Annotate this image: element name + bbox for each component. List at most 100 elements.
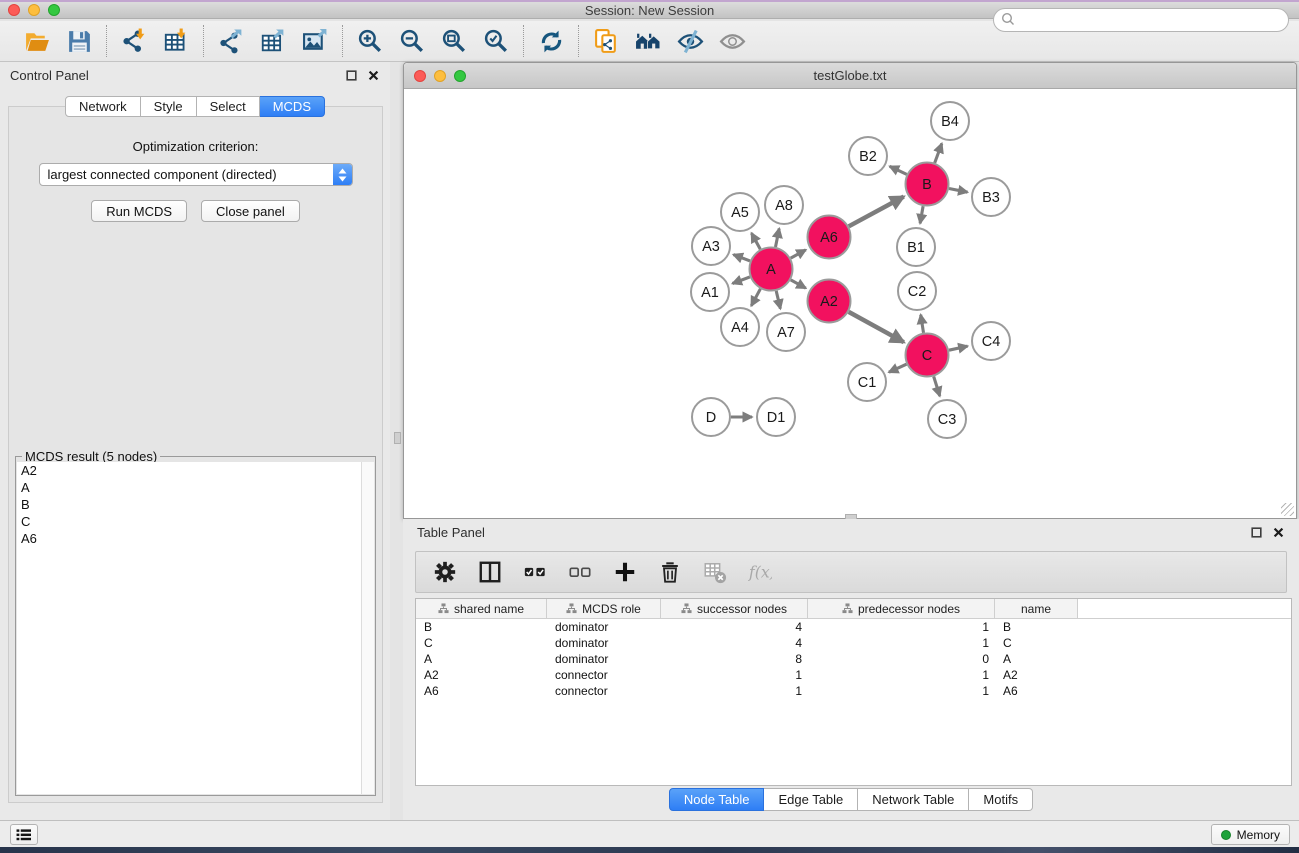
graph-edge-B-B4[interactable] (935, 144, 942, 163)
graph-edge-C-C3[interactable] (934, 377, 940, 397)
column-header-MCDS-role[interactable]: MCDS role (547, 599, 661, 618)
export-network-icon[interactable] (216, 26, 246, 56)
add-row-icon[interactable] (611, 558, 639, 586)
tab-node-table[interactable]: Node Table (669, 788, 765, 811)
graph-node-B2[interactable]: B2 (849, 137, 887, 175)
graph-edge-A-A4[interactable] (751, 289, 760, 306)
graph-node-A7[interactable]: A7 (767, 313, 805, 351)
result-list-item[interactable]: A2 (17, 462, 362, 479)
cell-name[interactable]: B (995, 620, 1078, 634)
zoom-fit-icon[interactable] (439, 26, 469, 56)
cell-mcds_role[interactable]: dominator (547, 636, 661, 650)
cell-predecessor_nodes[interactable]: 1 (808, 620, 995, 634)
cell-mcds_role[interactable]: dominator (547, 652, 661, 666)
close-panel-icon[interactable] (1271, 525, 1285, 539)
graph-edge-B-B3[interactable] (949, 189, 968, 193)
tab-motifs[interactable]: Motifs (969, 788, 1033, 811)
result-list-item[interactable]: A6 (17, 530, 362, 547)
graph-edge-C-C1[interactable] (889, 364, 907, 372)
settings-icon[interactable] (431, 558, 459, 586)
tab-network-table[interactable]: Network Table (858, 788, 969, 811)
graph-node-A4[interactable]: A4 (721, 308, 759, 346)
deselect-all-icon[interactable] (566, 558, 594, 586)
cell-shared_name[interactable]: C (416, 636, 547, 650)
result-scrollbar[interactable] (361, 462, 374, 794)
tab-style[interactable]: Style (141, 96, 197, 117)
search-input[interactable] (1019, 11, 1288, 29)
graph-edge-C-C4[interactable] (949, 346, 968, 350)
graph-edge-A-A5[interactable] (752, 233, 761, 249)
close-panel-button[interactable]: Close panel (201, 200, 300, 222)
graph-edge-A-A8[interactable] (776, 229, 780, 248)
select-all-icon[interactable] (521, 558, 549, 586)
graph-node-C3[interactable]: C3 (928, 400, 966, 438)
delete-row-icon[interactable] (656, 558, 684, 586)
graph-node-A8[interactable]: A8 (765, 186, 803, 224)
show-graphics-details-icon[interactable] (717, 26, 747, 56)
graph-edge-A-A6[interactable] (791, 250, 806, 258)
result-list-item[interactable]: C (17, 513, 362, 530)
refresh-icon[interactable] (536, 26, 566, 56)
new-network-from-selection-icon[interactable] (591, 26, 621, 56)
graph-edge-B-B1[interactable] (920, 206, 923, 223)
save-session-icon[interactable] (64, 26, 94, 56)
graph-node-A[interactable]: A (750, 248, 793, 291)
graph-edge-A-A7[interactable] (776, 291, 780, 309)
cell-successor_nodes[interactable]: 4 (661, 620, 808, 634)
float-panel-icon[interactable] (344, 68, 358, 82)
graph-node-D[interactable]: D (692, 398, 730, 436)
network-canvas[interactable]: B4B2BB3A8A5A6A3B1AC2A1A2A4A7C4CC1DD1C3 (404, 89, 1296, 518)
zoom-in-icon[interactable] (355, 26, 385, 56)
cell-name[interactable]: A2 (995, 668, 1078, 682)
tab-edge-table[interactable]: Edge Table (764, 788, 858, 811)
graph-node-D1[interactable]: D1 (757, 398, 795, 436)
zoom-selected-icon[interactable] (481, 26, 511, 56)
cell-shared_name[interactable]: B (416, 620, 547, 634)
cell-mcds_role[interactable]: connector (547, 684, 661, 698)
graph-node-C2[interactable]: C2 (898, 272, 936, 310)
graph-node-A5[interactable]: A5 (721, 193, 759, 231)
column-header-successor-nodes[interactable]: successor nodes (661, 599, 808, 618)
tab-select[interactable]: Select (197, 96, 260, 117)
cell-successor_nodes[interactable]: 8 (661, 652, 808, 666)
cell-name[interactable]: A (995, 652, 1078, 666)
result-list-item[interactable]: A (17, 479, 362, 496)
import-table-icon[interactable] (161, 26, 191, 56)
cell-name[interactable]: C (995, 636, 1078, 650)
import-network-icon[interactable] (119, 26, 149, 56)
column-header-shared-name[interactable]: shared name (416, 599, 547, 618)
cell-shared_name[interactable]: A2 (416, 668, 547, 682)
result-list-item[interactable]: B (17, 496, 362, 513)
graph-node-A3[interactable]: A3 (692, 227, 730, 265)
cell-predecessor_nodes[interactable]: 1 (808, 636, 995, 650)
graph-edge-B-B2[interactable] (890, 166, 907, 174)
graph-node-B[interactable]: B (906, 163, 949, 206)
cell-predecessor_nodes[interactable]: 0 (808, 652, 995, 666)
cell-name[interactable]: A6 (995, 684, 1078, 698)
graph-node-C4[interactable]: C4 (972, 322, 1010, 360)
column-header-name[interactable]: name (995, 599, 1078, 618)
run-mcds-button[interactable]: Run MCDS (91, 200, 187, 222)
criterion-select[interactable]: largest connected component (directed) (39, 163, 353, 186)
cell-shared_name[interactable]: A6 (416, 684, 547, 698)
cell-successor_nodes[interactable]: 1 (661, 668, 808, 682)
graph-node-A6[interactable]: A6 (808, 216, 851, 259)
cell-shared_name[interactable]: A (416, 652, 547, 666)
memory-button[interactable]: Memory (1211, 824, 1290, 845)
cell-successor_nodes[interactable]: 4 (661, 636, 808, 650)
cell-mcds_role[interactable]: dominator (547, 620, 661, 634)
cell-predecessor_nodes[interactable]: 1 (808, 668, 995, 682)
export-table-icon[interactable] (258, 26, 288, 56)
graph-node-B3[interactable]: B3 (972, 178, 1010, 216)
resize-grip[interactable] (1281, 503, 1294, 516)
first-neighbors-icon[interactable] (633, 26, 663, 56)
graph-edge-A2-C[interactable] (849, 312, 904, 342)
graph-edge-A6-B[interactable] (849, 197, 904, 227)
close-panel-icon[interactable] (366, 68, 380, 82)
graph-edge-C-C2[interactable] (921, 315, 924, 333)
hide-graphics-details-icon[interactable] (675, 26, 705, 56)
task-history-button[interactable] (10, 824, 38, 845)
graph-node-A2[interactable]: A2 (808, 280, 851, 323)
float-panel-icon[interactable] (1249, 525, 1263, 539)
graph-node-B1[interactable]: B1 (897, 228, 935, 266)
